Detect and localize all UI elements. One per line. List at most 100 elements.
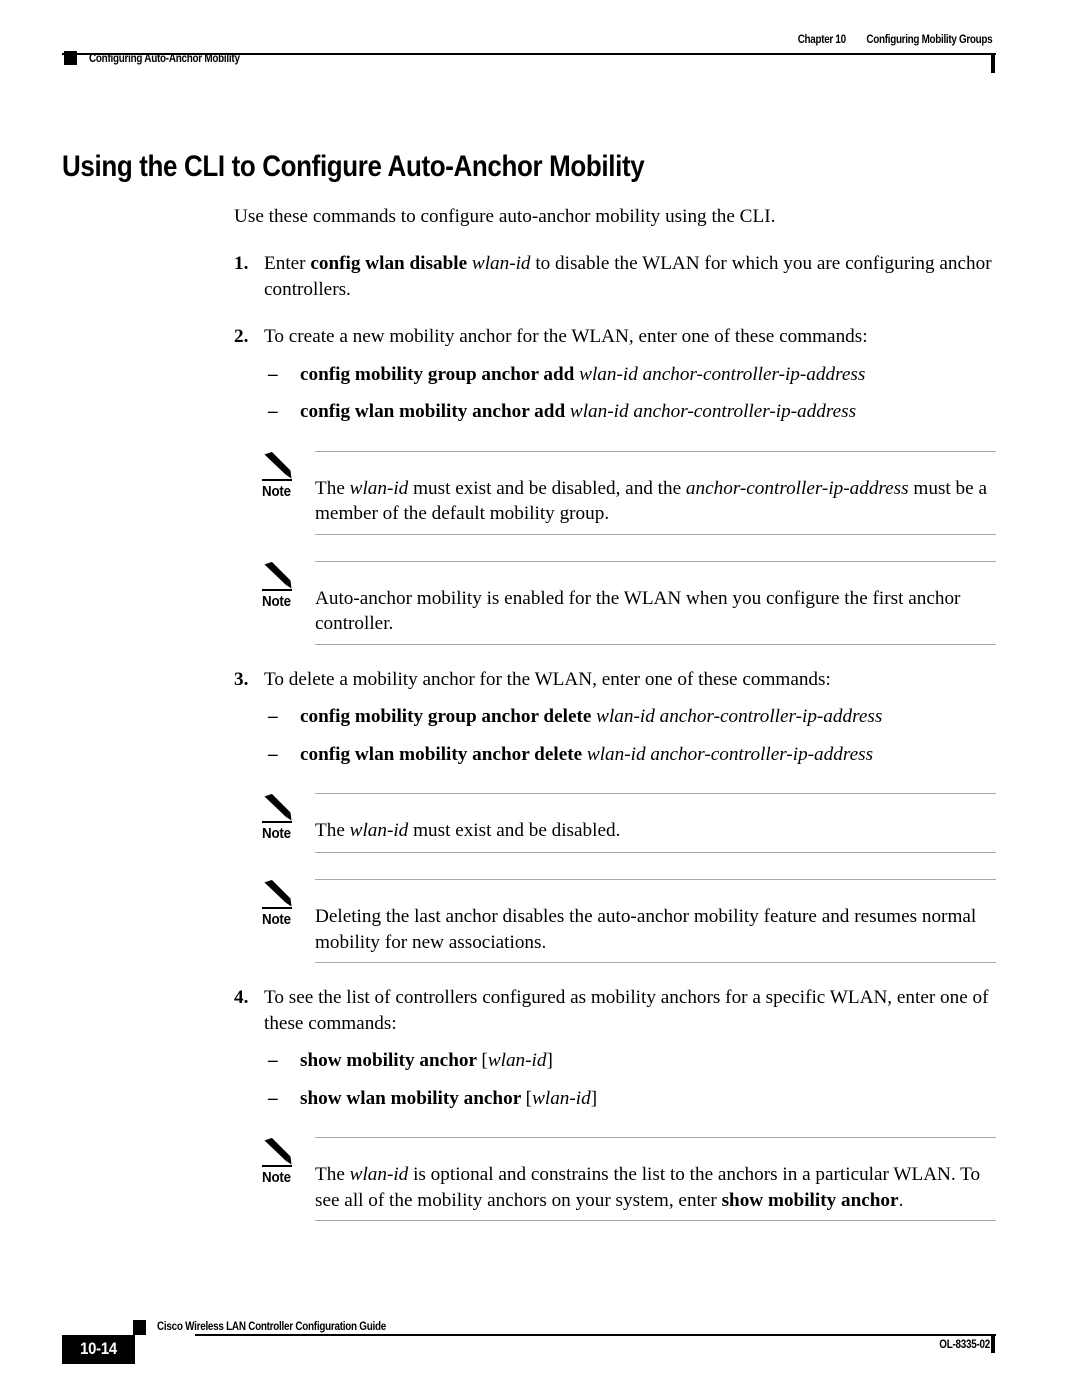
procedure-step: 2. To create a new mobility anchor for th…: [234, 324, 996, 350]
note-text: Deleting the last anchor disables the au…: [315, 879, 996, 964]
dash-bullet-icon: –: [268, 1087, 278, 1109]
pencil-icon: [262, 1137, 298, 1167]
note-text-run-0: The: [315, 1164, 350, 1186]
pencil-icon: [262, 879, 298, 909]
cli-bracket-close: ]: [546, 1050, 553, 1072]
step-number: 4.: [234, 987, 249, 1009]
note-icon-underline: [262, 907, 292, 910]
cli-command-arguments: wlan-id anchor-controller-ip-address: [596, 706, 883, 728]
footer-end-bar: [991, 1334, 995, 1353]
note-text-run-0: The: [315, 477, 350, 499]
cli-command-arguments: wlan-id anchor-controller-ip-address: [569, 401, 857, 423]
dash-bullet-icon: –: [268, 363, 278, 385]
page-content: Use these commands to configure auto-anc…: [0, 185, 1080, 1222]
note-text: The wlan-id must exist and be disabled.: [315, 793, 996, 854]
note-text-run-4: .: [898, 1189, 904, 1211]
header-square-marker-icon: [64, 51, 77, 65]
step-text: To delete a mobility anchor for the WLAN…: [264, 669, 831, 690]
note-text-run-3: anchor-controller-ip-address: [685, 477, 909, 499]
step-number: 1.: [234, 253, 249, 275]
header-end-bar: [991, 54, 995, 73]
dash-bullet-icon: –: [268, 743, 278, 765]
step-text: Enter config wlan disable wlan-id to dis…: [264, 253, 992, 300]
cli-command-arguments: wlan-id anchor-controller-ip-address: [586, 743, 874, 765]
footer-guide-title: Cisco Wireless LAN Controller Configurat…: [157, 1321, 387, 1333]
note-text: The wlan-id must exist and be disabled, …: [315, 450, 996, 535]
cli-command-arguments: wlan-id: [532, 1087, 591, 1109]
cli-command-name: config mobility group anchor add: [300, 363, 575, 385]
page-footer: 10-14 Cisco Wireless LAN Controller Conf…: [0, 1303, 1080, 1364]
header-chapter-number: Chapter 10: [797, 34, 846, 46]
cli-bracket-close: ]: [590, 1087, 598, 1109]
cli-command-item: – config mobility group anchor delete wla…: [268, 704, 998, 730]
note-text-run-0: Deleting the last anchor disables the au…: [315, 906, 977, 953]
step-number: 3.: [234, 668, 249, 690]
footer-page-number: 10-14: [80, 1340, 117, 1358]
cli-command-item: – show wlan mobility anchor [wlan-id]: [268, 1086, 998, 1112]
note-block: Note The wlan-id must exist and be disabl…: [262, 450, 996, 535]
note-block: Note Deleting the last anchor disables th…: [262, 879, 996, 964]
cli-command-item: – config wlan mobility anchor delete wlan…: [268, 742, 998, 768]
cli-command-item: – config mobility group anchor add wlan-i…: [268, 362, 998, 388]
procedure-block-list: 1. Enter config wlan disable wlan-id to d…: [0, 251, 1080, 1222]
step-text-run-3: wlan-id: [471, 253, 531, 275]
cli-command-item: – config wlan mobility anchor add wlan-id…: [268, 399, 998, 425]
procedure-step: 1. Enter config wlan disable wlan-id to d…: [234, 251, 996, 302]
step-text-run-1: config wlan disable: [310, 253, 468, 275]
header-chapter-info: Chapter 10 Configuring Mobility Groups: [797, 34, 992, 46]
cli-command-name: config wlan mobility anchor delete: [300, 743, 583, 765]
note-label: Note: [262, 826, 291, 843]
page-header: Chapter 10 Configuring Mobility Groups Co…: [0, 34, 1080, 80]
cli-command-item: – show mobility anchor [wlan-id]: [268, 1048, 998, 1074]
step-text-run-0: To delete a mobility anchor for the WLAN…: [264, 668, 831, 690]
dash-bullet-icon: –: [268, 1050, 278, 1072]
footer-rule: [195, 1334, 996, 1336]
note-label: Note: [262, 593, 291, 610]
note-label: Note: [262, 1170, 291, 1187]
page-title: Using the CLI to Configure Auto-Anchor M…: [62, 149, 645, 183]
procedure-step: 3. To delete a mobility anchor for the WL…: [234, 667, 996, 693]
note-block: Note The wlan-id must exist and be disabl…: [262, 793, 996, 854]
step-number: 2.: [234, 326, 249, 348]
intro-paragraph: Use these commands to configure auto-anc…: [234, 206, 776, 228]
pencil-icon: [262, 793, 298, 823]
note-text-run-3: show mobility anchor: [721, 1189, 899, 1211]
step-text: To see the list of controllers configure…: [264, 987, 989, 1034]
cli-command-name: config mobility group anchor delete: [300, 706, 592, 728]
note-block: Note The wlan-id is optional and constrai…: [262, 1137, 996, 1222]
cli-command-name: config wlan mobility anchor add: [300, 401, 566, 423]
pencil-icon: [262, 451, 298, 481]
note-icon-underline: [262, 478, 292, 481]
note-icon-underline: [262, 588, 292, 591]
header-chapter-title: Configuring Mobility Groups: [866, 34, 992, 46]
step-text-run-0: To see the list of controllers configure…: [264, 987, 989, 1034]
cli-command-name: show mobility anchor: [300, 1050, 477, 1072]
note-text-run-1: wlan-id: [349, 820, 409, 842]
note-text-run-2: must exist and be disabled, and the: [408, 477, 686, 499]
cli-command-arguments: wlan-id: [487, 1050, 547, 1072]
cli-command-name: show wlan mobility anchor: [300, 1087, 521, 1109]
dash-bullet-icon: –: [268, 401, 278, 423]
pencil-icon: [262, 561, 298, 591]
dash-bullet-icon: –: [268, 706, 278, 728]
note-text: Auto-anchor mobility is enabled for the …: [315, 560, 996, 645]
footer-square-marker-icon: [133, 1320, 146, 1335]
note-text-run-1: wlan-id: [349, 1164, 409, 1186]
note-text-run-1: wlan-id: [349, 477, 409, 499]
note-label: Note: [262, 483, 291, 500]
note-text: The wlan-id is optional and constrains t…: [315, 1137, 996, 1222]
note-label: Note: [262, 912, 291, 929]
note-text-run-2: must exist and be disabled.: [408, 820, 621, 842]
step-text-run-0: To create a new mobility anchor for the …: [264, 326, 868, 348]
note-text-run-0: The: [315, 820, 350, 842]
footer-document-id: OL-8335-02: [939, 1339, 990, 1351]
note-icon-underline: [262, 1165, 292, 1168]
step-text: To create a new mobility anchor for the …: [264, 326, 868, 347]
note-block: Note Auto-anchor mobility is enabled for …: [262, 560, 996, 645]
header-section-title: Configuring Auto-Anchor Mobility: [89, 53, 240, 65]
procedure-step: 4. To see the list of controllers configu…: [234, 985, 996, 1036]
note-text-run-0: Auto-anchor mobility is enabled for the …: [315, 587, 961, 635]
note-icon-underline: [262, 821, 292, 824]
step-text-run-0: Enter: [264, 253, 311, 275]
cli-command-arguments: wlan-id anchor-controller-ip-address: [579, 363, 866, 385]
